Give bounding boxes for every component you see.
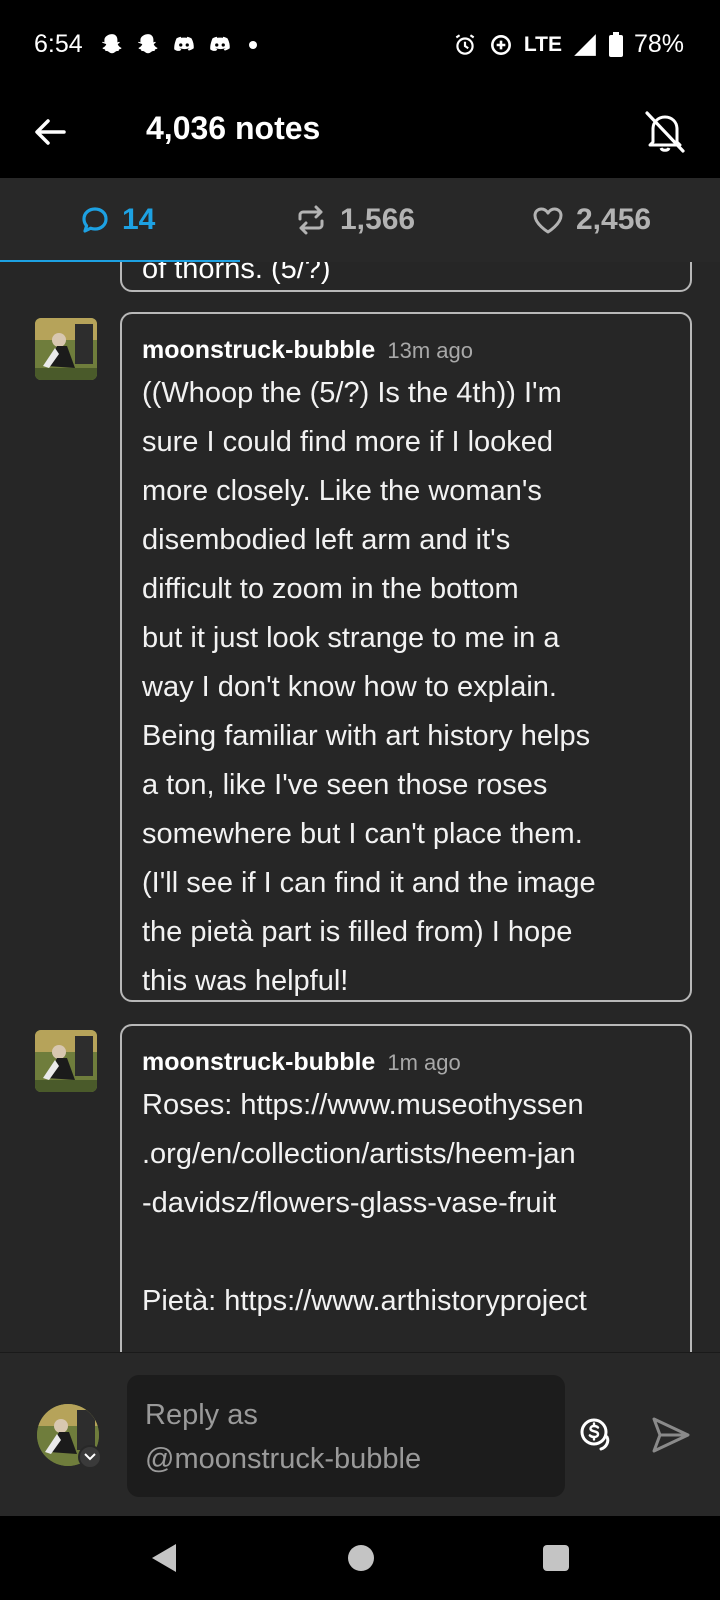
nav-back-icon[interactable] [150, 1542, 178, 1574]
arrow-left-icon[interactable] [30, 112, 70, 152]
note-text: ((Whoop the (5/?) Is the 4th)) I'm sure … [142, 369, 670, 1006]
note-link[interactable]: .org/en/collection/artists/heem-jan [142, 1130, 670, 1179]
notification-dot [248, 40, 257, 49]
note-line: sure I could find more if I looked [142, 426, 554, 458]
note-line: way I don't know how to explain. [142, 671, 557, 703]
tab-replies[interactable]: 14 [80, 178, 155, 262]
alarm-icon [455, 33, 475, 55]
note-card: moonstruck-bubble 1m ago Roses: https://… [120, 1024, 692, 1352]
signal-icon [574, 33, 596, 56]
likes-count: 2,456 [576, 203, 652, 236]
network-label: LTE [523, 32, 562, 56]
speech-bubble-icon [82, 207, 108, 233]
reblog-icon [298, 205, 324, 235]
note-line: a ton, like I've seen those roses [142, 769, 548, 801]
avatar[interactable] [35, 1030, 97, 1092]
note-link[interactable]: Roses: https://www.museothyssen [142, 1081, 670, 1130]
note-line: more closely. Like the woman's [142, 475, 542, 507]
note-link[interactable]: Pietà: https://www.arthistoryproject [142, 1277, 670, 1326]
note-timestamp: 1m ago [387, 1050, 461, 1075]
snapchat-icon [101, 33, 122, 53]
note-username[interactable]: moonstruck-bubble [142, 1048, 375, 1077]
note-line: (I'll see if I can find it and the image [142, 867, 596, 899]
note-line: somewhere but I can't place them. [142, 818, 583, 850]
reply-bar: Reply as @moonstruck-bubble [0, 1352, 720, 1516]
note-line: disembodied left arm and it's [142, 524, 511, 556]
note-text: Roses: https://www.museothyssen .org/en/… [142, 1081, 670, 1326]
note-link[interactable]: -davidsz/flowers-glass-vase-fruit [142, 1179, 670, 1228]
bell-off-icon[interactable] [642, 108, 688, 156]
discord-icon [209, 36, 230, 51]
snapchat-icon [137, 33, 158, 53]
nav-recents-icon[interactable] [543, 1545, 569, 1571]
send-icon[interactable] [650, 1415, 692, 1455]
notes-list[interactable]: of thorns. (5/?) moonstruck-bubble 13m a… [0, 262, 720, 1352]
system-nav-bar [0, 1516, 720, 1600]
reply-placeholder-line2: @moonstruck-bubble [145, 1443, 422, 1475]
note-line: Being familiar with art history helps [142, 720, 591, 752]
notes-tabs: 14 1,566 2,456 [0, 178, 720, 264]
chevron-down-icon[interactable] [78, 1445, 102, 1469]
status-right: LTE 78% [452, 30, 684, 59]
page-title: 4,036 notes [146, 110, 321, 146]
status-time: 6:54 [34, 30, 83, 58]
data-saver-icon [490, 34, 511, 55]
app-header: 4,036 notes [0, 92, 720, 178]
note-username[interactable]: moonstruck-bubble [142, 336, 375, 365]
note-text-clipped: of thorns. (5/?) [142, 262, 331, 285]
avatar-image [35, 318, 97, 380]
note-timestamp: 13m ago [387, 338, 473, 363]
replies-count: 14 [122, 203, 156, 236]
avatar-image [35, 1030, 97, 1092]
battery-icon [608, 31, 623, 57]
heart-icon [533, 207, 563, 234]
note-line: this was helpful! [142, 965, 349, 997]
reblogs-count: 1,566 [340, 203, 416, 236]
reply-placeholder-line1: Reply as [145, 1399, 258, 1431]
note-line: difficult to zoom in the bottom [142, 573, 519, 605]
note-line: but it just look strange to me in a [142, 622, 560, 654]
status-left: 6:54 [34, 30, 257, 59]
tab-reblogs[interactable]: 1,566 [294, 178, 415, 262]
status-bar: 6:54 LTE 78% [0, 0, 720, 92]
note-card: moonstruck-bubble 13m ago ((Whoop the (5… [120, 312, 692, 1002]
note-line: the pietà part is filled from) I hope [142, 916, 573, 948]
tip-dollar-icon[interactable] [578, 1415, 614, 1455]
nav-home-icon[interactable] [348, 1545, 374, 1571]
avatar[interactable] [35, 318, 97, 380]
note-card-previous: of thorns. (5/?) [120, 262, 692, 292]
tab-likes[interactable]: 2,456 [532, 178, 651, 262]
discord-icon [173, 36, 194, 51]
note-blank-line [142, 1228, 670, 1277]
battery-percent: 78% [633, 30, 684, 58]
note-line: ((Whoop the (5/?) Is the 4th)) I'm [142, 377, 562, 409]
reply-input[interactable]: Reply as @moonstruck-bubble [127, 1375, 565, 1497]
